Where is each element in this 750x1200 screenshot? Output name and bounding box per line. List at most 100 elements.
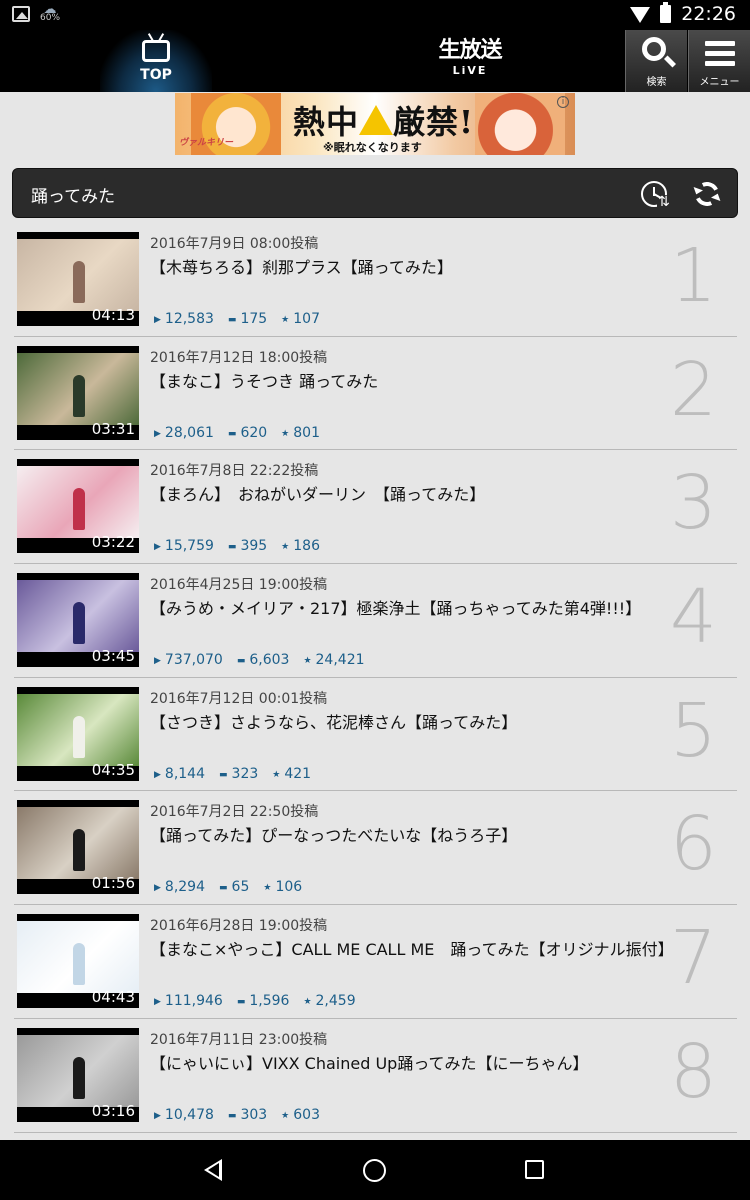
video-thumbnail[interactable]: 03:45: [17, 573, 139, 668]
video-duration: 03:45: [91, 647, 135, 666]
video-item[interactable]: 04:13 2016年7月9日 08:00投稿 【木苺ちろる】刹那プラス【踊って…: [14, 223, 737, 337]
warning-icon: [359, 105, 394, 135]
video-stats: 10,478 303 603: [154, 1107, 320, 1123]
recent-apps-icon[interactable]: [525, 1160, 544, 1179]
menu-button[interactable]: メニュー: [688, 30, 750, 92]
view-count: 737,070: [154, 652, 223, 668]
video-duration: 04:43: [91, 988, 135, 1007]
video-item[interactable]: 04:43 2016年6月28日 19:00投稿 【まなこ×やっこ】CALL M…: [14, 905, 737, 1019]
reload-icon[interactable]: [691, 178, 723, 210]
post-date: 2016年7月12日 00:01投稿: [150, 690, 328, 707]
ad-logo: ヴァルキリー: [179, 138, 234, 148]
video-title: 【まろん】 おねがいダーリン 【踊ってみた】: [150, 485, 486, 505]
video-stats: 737,070 6,603 24,421: [154, 652, 365, 668]
search-label: 検索: [646, 77, 667, 88]
video-thumbnail[interactable]: 03:22: [17, 459, 139, 554]
video-title: 【木苺ちろる】刹那プラス【踊ってみた】: [150, 258, 453, 277]
comment-count: 303: [228, 1107, 267, 1123]
thumbnail-figure: [73, 261, 85, 303]
video-title: 【まなこ×やっこ】CALL ME CALL ME 踊ってみた【オリジナル振付】: [150, 940, 674, 960]
ad-headline: 熱中 厳禁!: [293, 103, 475, 141]
video-item[interactable]: 03:16 2016年7月11日 23:00投稿 【にゃいにぃ】VIXX Cha…: [14, 1019, 737, 1133]
thumbnail-image: [17, 921, 139, 994]
ad-info-icon[interactable]: i: [557, 96, 569, 108]
video-stats: 8,294 65 106: [154, 879, 302, 895]
video-thumbnail[interactable]: 04:35: [17, 686, 139, 781]
thumbnail-figure: [73, 602, 85, 645]
video-duration: 03:31: [91, 419, 135, 438]
thumbnail-figure: [73, 374, 85, 417]
video-duration: 04:13: [91, 306, 135, 324]
video-stats: 28,061 620 801: [154, 425, 320, 441]
video-thumbnail[interactable]: 01:56: [17, 800, 139, 895]
thumbnail-image: [17, 466, 139, 539]
video-title: 【さつき】さようなら、花泥棒さん【踊ってみた】: [150, 712, 518, 732]
ad-banner[interactable]: ヴァルキリー 熱中 厳禁! ※眠れなくなります i: [175, 93, 575, 155]
thumbnail-figure: [73, 715, 85, 758]
gallery-notification-icon: [12, 6, 30, 22]
live-label-jp: 生放送: [438, 38, 502, 63]
ad-subtext: ※眠れなくなります: [323, 141, 422, 154]
thumbnail-image: [17, 807, 139, 880]
mylist-count: 186: [281, 538, 320, 554]
thumbnail-image: [17, 1034, 139, 1107]
thumbnail-figure: [73, 1056, 85, 1099]
status-bar: ☁ 60% 22:26: [0, 0, 750, 30]
video-title: 【踊ってみた】ぴーなっつたべたいな【ねうろ子】: [150, 826, 518, 846]
mylist-count: 603: [281, 1107, 320, 1123]
post-date: 2016年7月8日 22:22投稿: [150, 463, 319, 480]
post-date: 2016年7月9日 08:00投稿: [150, 236, 319, 252]
video-title: 【まなこ】うそつき 踊ってみた: [150, 371, 379, 391]
post-date: 2016年7月11日 23:00投稿: [150, 1031, 328, 1048]
rank-number: 2: [669, 346, 717, 433]
post-date: 2016年4月25日 19:00投稿: [150, 577, 328, 594]
tv-icon: [142, 40, 170, 62]
video-item[interactable]: 04:35 2016年7月12日 00:01投稿 【さつき】さようなら、花泥棒さ…: [14, 678, 737, 792]
video-item[interactable]: 03:45 2016年4月25日 19:00投稿 【みうめ・メイリア・217】極…: [14, 564, 737, 678]
mylist-count: 801: [281, 425, 320, 441]
top-button[interactable]: TOP: [100, 30, 212, 92]
video-title: 【みうめ・メイリア・217】極楽浄土【踊っちゃってみた第4弾!!!】: [150, 599, 642, 619]
video-item[interactable]: 03:22 2016年7月8日 22:22投稿 【まろん】 おねがいダーリン 【…: [14, 450, 737, 565]
weather-notification-icon: ☁ 60%: [40, 2, 61, 23]
video-duration: 03:22: [91, 533, 135, 552]
mylist-count: 24,421: [303, 652, 365, 668]
rank-number: 8: [669, 1028, 717, 1115]
view-count: 111,946: [154, 993, 223, 1009]
live-button[interactable]: 生放送 LiVE: [430, 38, 510, 77]
thumbnail-figure: [73, 488, 85, 531]
video-thumbnail[interactable]: 03:16: [17, 1027, 139, 1122]
view-count: 15,759: [154, 538, 214, 554]
mylist-count: 421: [272, 766, 311, 782]
video-thumbnail[interactable]: 04:43: [17, 914, 139, 1009]
view-count: 8,294: [154, 879, 205, 895]
video-item[interactable]: 03:31 2016年7月12日 18:00投稿 【まなこ】うそつき 踊ってみた…: [14, 337, 737, 451]
mylist-count: 106: [263, 879, 302, 895]
search-button[interactable]: 検索: [625, 30, 687, 92]
hamburger-icon: [705, 41, 735, 71]
thumbnail-image: [17, 239, 139, 311]
thumbnail-figure: [73, 943, 85, 986]
video-stats: 12,583 175 107: [154, 311, 320, 327]
back-icon[interactable]: [204, 1159, 222, 1181]
live-label-en: LiVE: [452, 64, 488, 77]
system-nav-bar: [0, 1140, 750, 1200]
video-thumbnail[interactable]: 04:13: [17, 232, 139, 326]
comment-count: 65: [219, 879, 250, 895]
comment-count: 395: [228, 538, 267, 554]
sort-by-time-icon[interactable]: ⇅: [641, 181, 671, 209]
post-date: 2016年6月28日 19:00投稿: [150, 918, 328, 935]
rank-number: 5: [669, 687, 717, 774]
video-thumbnail[interactable]: 03:31: [17, 345, 139, 440]
view-count: 10,478: [154, 1107, 214, 1123]
comment-count: 620: [228, 425, 267, 441]
view-count: 28,061: [154, 425, 214, 441]
wifi-icon: [630, 7, 651, 23]
home-icon[interactable]: [363, 1159, 386, 1182]
video-item[interactable]: 01:56 2016年7月2日 22:50投稿 【踊ってみた】ぴーなっつたべたい…: [14, 791, 737, 906]
video-list: 04:13 2016年7月9日 08:00投稿 【木苺ちろる】刹那プラス【踊って…: [14, 223, 737, 1133]
clock: 22:26: [681, 3, 736, 25]
comment-count: 175: [228, 311, 267, 327]
video-duration: 03:16: [91, 1101, 135, 1120]
category-title: 踊ってみた: [31, 187, 116, 207]
